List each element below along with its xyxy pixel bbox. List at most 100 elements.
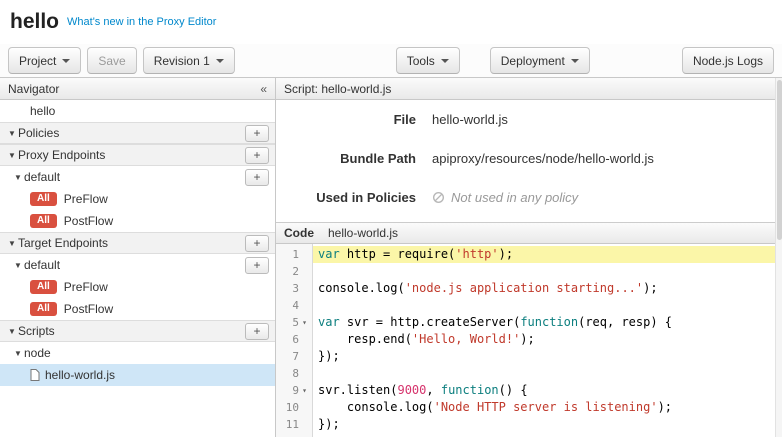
- code-line[interactable]: [313, 297, 782, 314]
- triangle-down-icon: ▼: [14, 261, 24, 270]
- bundle-path-label: Bundle Path: [276, 151, 416, 166]
- detail-row-bundle-path: Bundle Path apiproxy/resources/node/hell…: [276, 151, 782, 166]
- add-target-endpoint-button[interactable]: +: [245, 235, 269, 252]
- add-policy-button[interactable]: +: [245, 125, 269, 142]
- add-script-button[interactable]: +: [245, 323, 269, 340]
- tree-section-scripts[interactable]: ▼ Scripts +: [0, 320, 275, 342]
- gutter-cell: 1: [276, 246, 312, 263]
- nodejs-logs-button[interactable]: Node.js Logs: [682, 47, 774, 74]
- code-line[interactable]: });: [313, 348, 782, 365]
- section-label: Proxy Endpoints: [18, 148, 105, 162]
- chevron-down-icon: [216, 59, 224, 63]
- gutter-cell: 4: [276, 297, 312, 314]
- code-text[interactable]: var http = require('http'); console.log(…: [313, 244, 782, 437]
- revision-menu-button[interactable]: Revision 1: [143, 47, 235, 74]
- section-label: Policies: [18, 126, 59, 140]
- tree-item-target-postflow[interactable]: All PostFlow: [0, 298, 275, 320]
- script-panel-header: Script: hello-world.js: [276, 78, 782, 100]
- triangle-down-icon: ▼: [8, 239, 18, 248]
- line-number: 1: [292, 246, 299, 263]
- navigator-panel: Navigator « hello ▼ Policies + ▼ Proxy E…: [0, 78, 276, 437]
- add-flow-button[interactable]: +: [245, 169, 269, 186]
- gutter-cell: 8: [276, 365, 312, 382]
- not-used-icon: [432, 191, 445, 204]
- tools-menu-label: Tools: [407, 54, 435, 68]
- content-split: Navigator « hello ▼ Policies + ▼ Proxy E…: [0, 78, 782, 437]
- deployment-menu-button[interactable]: Deployment: [490, 47, 590, 74]
- vertical-scrollbar[interactable]: [775, 78, 782, 437]
- add-flow-button[interactable]: +: [245, 257, 269, 274]
- not-used-text: Not used in any policy: [451, 190, 578, 205]
- tree-item-proxy-preflow[interactable]: All PreFlow: [0, 188, 275, 210]
- code-line[interactable]: [313, 365, 782, 382]
- flow-badge: All: [30, 214, 57, 228]
- whats-new-link[interactable]: What's new in the Proxy Editor: [67, 16, 216, 28]
- tree-item-label: PreFlow: [64, 192, 108, 206]
- code-line[interactable]: console.log('node.js application startin…: [313, 280, 782, 297]
- triangle-down-icon: ▼: [8, 129, 18, 138]
- chevron-down-icon: [571, 59, 579, 63]
- save-button[interactable]: Save: [87, 47, 136, 74]
- fold-collapse-icon[interactable]: ▾: [299, 382, 310, 399]
- gutter-cell: 11: [276, 416, 312, 433]
- tree-section-policies[interactable]: ▼ Policies +: [0, 122, 275, 144]
- tree-folder-node[interactable]: ▼ node: [0, 342, 275, 364]
- tree-item-label: PostFlow: [64, 214, 113, 228]
- gutter-cell: 2: [276, 263, 312, 280]
- collapse-sidebar-icon[interactable]: «: [260, 82, 267, 96]
- script-panel-title: Script: hello-world.js: [284, 82, 391, 96]
- tree-item-label: PostFlow: [64, 302, 113, 316]
- tree-item-proxy-postflow[interactable]: All PostFlow: [0, 210, 275, 232]
- code-line[interactable]: svr.listen(9000, function() {: [313, 382, 782, 399]
- project-menu-label: Project: [19, 54, 56, 68]
- section-label: Target Endpoints: [18, 236, 108, 250]
- script-panel: Script: hello-world.js File hello-world.…: [276, 78, 782, 437]
- tree-item-hello-world-js[interactable]: hello-world.js: [0, 364, 275, 386]
- code-line[interactable]: var svr = http.createServer(function(req…: [313, 314, 782, 331]
- line-number: 4: [292, 297, 299, 314]
- add-proxy-endpoint-button[interactable]: +: [245, 147, 269, 164]
- tree-item-target-preflow[interactable]: All PreFlow: [0, 276, 275, 298]
- tree-item-label: default: [24, 170, 60, 184]
- tree-item-label: PreFlow: [64, 280, 108, 294]
- project-menu-button[interactable]: Project: [8, 47, 81, 74]
- tree-item-label: hello-world.js: [45, 368, 115, 382]
- triangle-down-icon: ▼: [14, 349, 24, 358]
- chevron-down-icon: [441, 59, 449, 63]
- code-filename: hello-world.js: [328, 226, 398, 240]
- code-line[interactable]: console.log('Node HTTP server is listeni…: [313, 399, 782, 416]
- line-number-gutter: 1 2 3 4 5▾ 6 7 8 9▾ 10 11: [276, 244, 313, 437]
- tree-item-label: hello: [30, 104, 55, 118]
- navigator-title: Navigator: [8, 82, 59, 96]
- tab-code[interactable]: Code: [284, 226, 314, 240]
- file-icon: [30, 369, 40, 381]
- deployment-menu-label: Deployment: [501, 54, 565, 68]
- used-in-policies-label: Used in Policies: [276, 190, 416, 205]
- gutter-cell: 3: [276, 280, 312, 297]
- tree-section-target-endpoints[interactable]: ▼ Target Endpoints +: [0, 232, 275, 254]
- revision-menu-label: Revision 1: [154, 54, 210, 68]
- detail-row-used-in-policies: Used in Policies Not used in any policy: [276, 190, 782, 205]
- gutter-cell: 10: [276, 399, 312, 416]
- tree-folder-target-default[interactable]: ▼ default +: [0, 254, 275, 276]
- code-line[interactable]: });: [313, 416, 782, 433]
- navigator-header: Navigator «: [0, 78, 275, 100]
- gutter-cell: 5▾: [276, 314, 312, 331]
- code-line[interactable]: [313, 263, 782, 280]
- flow-badge: All: [30, 192, 57, 206]
- code-line[interactable]: resp.end('Hello, World!');: [313, 331, 782, 348]
- scrollbar-thumb[interactable]: [777, 80, 782, 240]
- line-number: 11: [286, 416, 299, 433]
- fold-collapse-icon[interactable]: ▾: [299, 314, 310, 331]
- proxy-editor-app: hello What's new in the Proxy Editor Pro…: [0, 0, 782, 437]
- tree-item-hello[interactable]: hello: [0, 100, 275, 122]
- tree-folder-proxy-default[interactable]: ▼ default +: [0, 166, 275, 188]
- code-editor[interactable]: 1 2 3 4 5▾ 6 7 8 9▾ 10 11 var http = req…: [276, 244, 782, 437]
- file-label: File: [276, 112, 416, 127]
- gutter-cell: 9▾: [276, 382, 312, 399]
- tools-menu-button[interactable]: Tools: [396, 47, 460, 74]
- code-line-active[interactable]: var http = require('http');: [313, 246, 782, 263]
- line-number: 10: [286, 399, 299, 416]
- bundle-path-value: apiproxy/resources/node/hello-world.js: [432, 151, 654, 166]
- tree-section-proxy-endpoints[interactable]: ▼ Proxy Endpoints +: [0, 144, 275, 166]
